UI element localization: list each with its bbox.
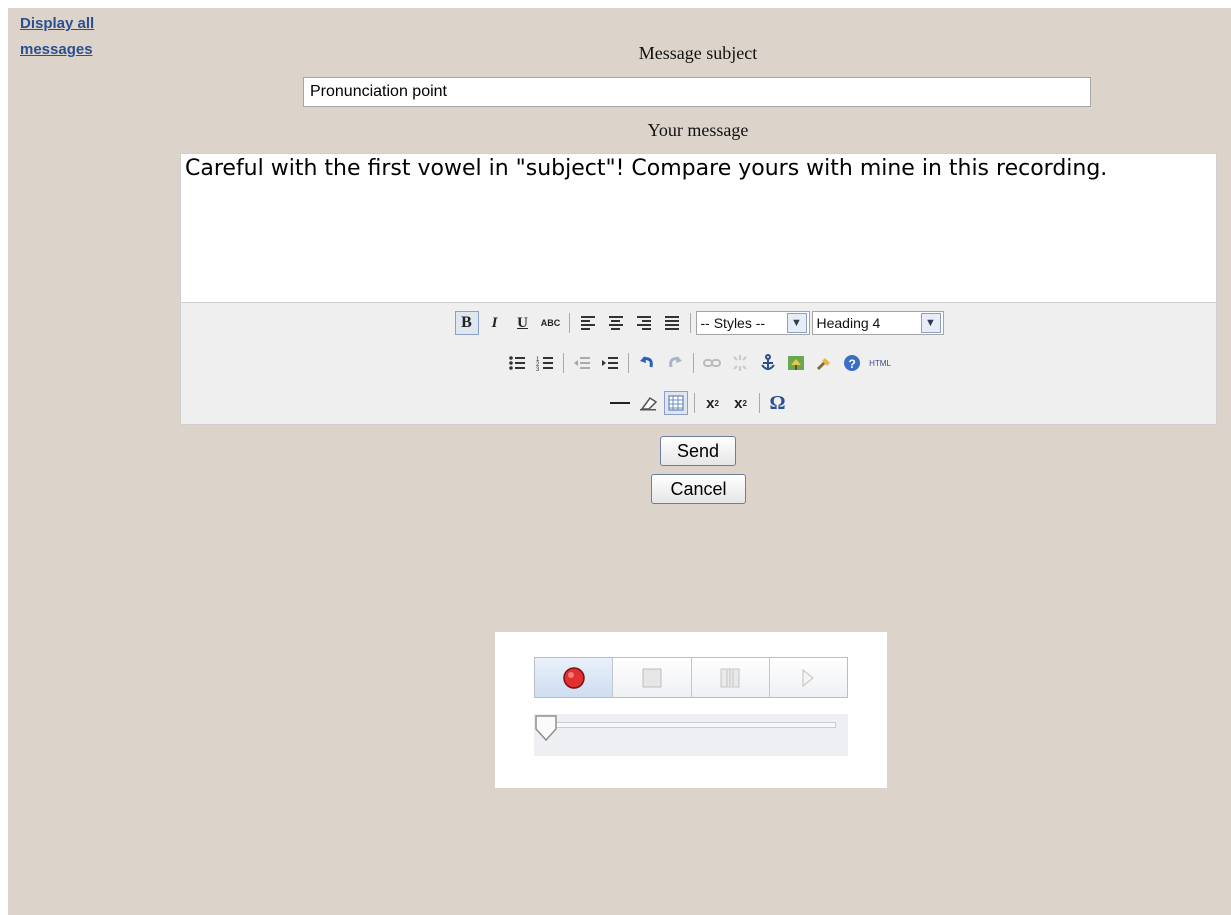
- subscript-icon[interactable]: x2: [701, 391, 725, 415]
- toolbar-row-3: x2 x2 Ω: [181, 391, 1216, 415]
- record-button[interactable]: [535, 658, 614, 697]
- toolbar-separator: [628, 353, 629, 373]
- send-button[interactable]: Send: [660, 436, 736, 466]
- html-icon[interactable]: HTML: [868, 351, 892, 375]
- toolbar-separator: [563, 353, 564, 373]
- toolbar-separator: [689, 313, 691, 333]
- rich-text-editor: Careful with the first vowel in "subject…: [180, 153, 1217, 425]
- subject-input[interactable]: [303, 77, 1091, 107]
- superscript-icon[interactable]: x2: [729, 391, 753, 415]
- horizontal-rule-icon[interactable]: [608, 391, 632, 415]
- numbered-list-icon[interactable]: 123: [533, 351, 557, 375]
- redo-icon[interactable]: [663, 351, 687, 375]
- styles-select-value: -- Styles --: [700, 315, 766, 331]
- cancel-button[interactable]: Cancel: [651, 474, 746, 504]
- record-icon: [562, 666, 585, 689]
- indent-icon[interactable]: [598, 351, 622, 375]
- visual-aid-icon[interactable]: [663, 391, 688, 415]
- svg-text:3: 3: [536, 367, 540, 371]
- play-icon: [802, 668, 815, 687]
- toolbar-separator: [693, 393, 695, 413]
- pause-icon: [720, 668, 740, 687]
- recorder-progress-track: [534, 714, 848, 756]
- link-icon[interactable]: [700, 351, 724, 375]
- image-icon[interactable]: [784, 351, 808, 375]
- editor-toolbar: B I U ABC -- Styles -- ▼ Heading 4 ▼ 1 2…: [181, 302, 1216, 424]
- svg-text:?: ?: [849, 357, 856, 371]
- bullet-list-icon[interactable]: [505, 351, 529, 375]
- styles-select[interactable]: -- Styles -- ▼: [695, 311, 810, 335]
- outdent-icon[interactable]: [570, 351, 594, 375]
- recorder-controls: [534, 657, 848, 698]
- subject-label: Message subject: [638, 43, 758, 63]
- chevron-down-icon[interactable]: ▼: [920, 313, 941, 333]
- bold-icon[interactable]: B: [454, 311, 479, 335]
- cleanup-icon[interactable]: [812, 351, 836, 375]
- page: Display all messages Message subject You…: [8, 8, 1231, 915]
- stop-icon: [642, 668, 662, 687]
- align-left-icon[interactable]: [576, 311, 600, 335]
- align-center-icon[interactable]: [604, 311, 628, 335]
- recorder-progress-bar: [546, 722, 836, 728]
- toolbar-row-1: B I U ABC -- Styles -- ▼ Heading 4 ▼: [181, 311, 1216, 335]
- remove-format-icon[interactable]: [636, 391, 660, 415]
- format-select[interactable]: Heading 4 ▼: [811, 311, 944, 335]
- toolbar-row-2: 123 ? HTML: [181, 351, 1216, 375]
- align-right-icon[interactable]: [632, 311, 656, 335]
- underline-icon[interactable]: U: [511, 311, 535, 335]
- message-body[interactable]: Careful with the first vowel in "subject…: [181, 154, 1216, 302]
- toolbar-separator: [568, 313, 570, 333]
- chevron-down-icon[interactable]: ▼: [786, 313, 807, 333]
- stop-button[interactable]: [613, 658, 692, 697]
- anchor-icon[interactable]: [756, 351, 780, 375]
- undo-icon[interactable]: [635, 351, 659, 375]
- message-label: Your message: [647, 120, 749, 140]
- help-icon[interactable]: ?: [840, 351, 864, 375]
- special-char-icon[interactable]: Ω: [766, 391, 790, 415]
- format-select-value: Heading 4: [816, 315, 881, 331]
- toolbar-separator: [758, 393, 760, 413]
- pause-button[interactable]: [691, 658, 770, 697]
- italic-icon[interactable]: I: [483, 311, 507, 335]
- align-justify-icon[interactable]: [660, 311, 684, 335]
- unlink-icon[interactable]: [728, 351, 752, 375]
- toolbar-separator: [693, 353, 694, 373]
- play-button[interactable]: [769, 658, 847, 697]
- recorder-slider-thumb[interactable]: [534, 714, 558, 742]
- strikethrough-icon[interactable]: ABC: [539, 311, 563, 335]
- display-all-messages-link[interactable]: Display all messages: [20, 11, 130, 63]
- audio-recorder: [495, 632, 887, 788]
